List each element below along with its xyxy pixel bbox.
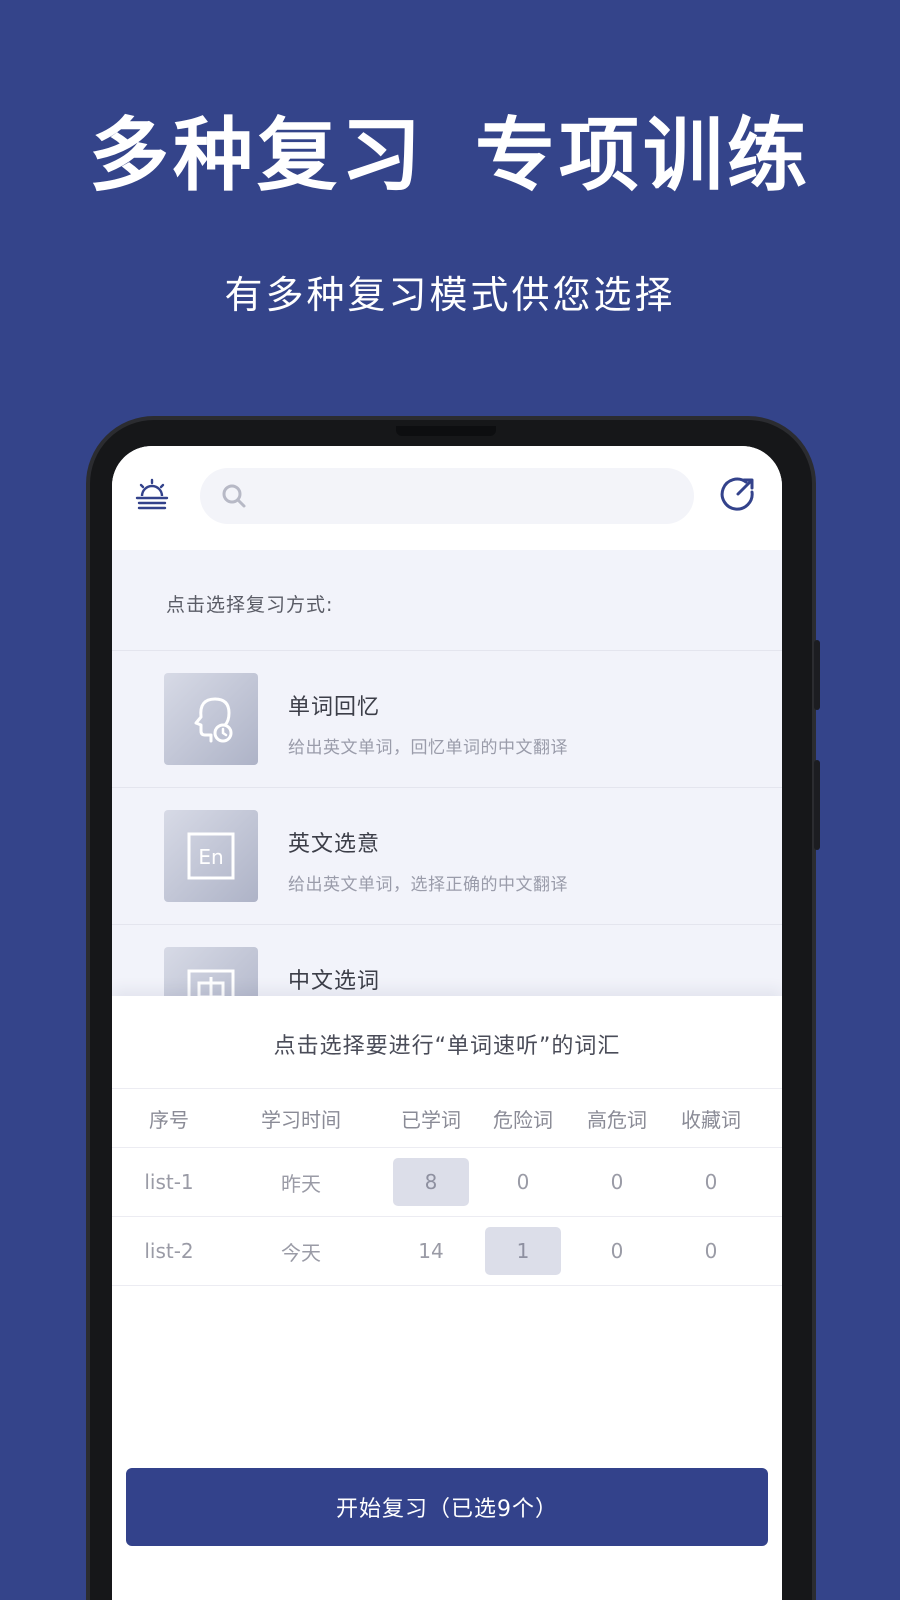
sunrise-icon[interactable] xyxy=(134,476,170,512)
selected-chip: 8 xyxy=(393,1158,469,1206)
danger-cell[interactable]: 0 xyxy=(476,1148,570,1216)
row-id: list-2 xyxy=(144,1239,194,1263)
table-row: list-1 昨天 8 0 0 0 xyxy=(112,1148,782,1217)
search-icon xyxy=(222,484,246,508)
mode-name: 英文选意 xyxy=(288,832,381,857)
phone-speaker xyxy=(396,426,496,436)
headline: 多种复习 专项训练 xyxy=(0,108,900,204)
column-header: 已学词 xyxy=(401,1107,461,1132)
column-header: 危险词 xyxy=(493,1107,553,1132)
column-header: 学习时间 xyxy=(261,1107,341,1132)
column-header: 高危词 xyxy=(587,1107,647,1132)
favorite-cell[interactable]: 0 xyxy=(664,1148,758,1216)
search-input[interactable] xyxy=(260,476,680,516)
learned-cell[interactable]: 14 xyxy=(376,1217,486,1285)
search-bar[interactable] xyxy=(200,468,694,524)
head-clock-icon xyxy=(194,697,233,743)
favorite-cell[interactable]: 0 xyxy=(664,1217,758,1285)
selected-chip: 1 xyxy=(485,1227,561,1275)
mode-word-recall[interactable]: 单词回忆 给出英文单词，回忆单词的中文翻译 xyxy=(112,650,782,787)
top-bar xyxy=(112,446,782,550)
column-header: 序号 xyxy=(149,1107,189,1132)
high-danger-cell[interactable]: 0 xyxy=(570,1148,664,1216)
mode-name: 中文选词 xyxy=(288,969,381,994)
mode-icon-tile: En xyxy=(164,810,258,902)
mode-description: 给出英文单词，回忆单词的中文翻译 xyxy=(288,738,568,758)
table-header: 序号 学习时间 已学词 危险词 高危词 收藏词 xyxy=(112,1088,782,1148)
table-row: list-2 今天 14 1 0 0 xyxy=(112,1217,782,1286)
subheadline: 有多种复习模式供您选择 xyxy=(224,273,676,317)
start-review-button[interactable]: 开始复习（已选9个） xyxy=(126,1468,768,1546)
share-icon[interactable] xyxy=(718,474,758,514)
volume-button xyxy=(814,640,820,710)
mode-description: 给出英文单词，选择正确的中文翻译 xyxy=(288,875,568,895)
headline-left: 多种复习 xyxy=(89,109,425,202)
high-danger-cell[interactable]: 0 xyxy=(570,1217,664,1285)
row-time: 今天 xyxy=(281,1240,321,1265)
mode-name: 单词回忆 xyxy=(288,695,381,720)
review-mode-panel: 点击选择复习方式: 单词回忆 给出英文单词，回忆单词的中文翻译 En 英文选意 … xyxy=(112,550,782,1039)
row-id: list-1 xyxy=(144,1170,194,1194)
mode-english-choice[interactable]: En 英文选意 给出英文单词，选择正确的中文翻译 xyxy=(112,787,782,924)
review-mode-title: 点击选择复习方式: xyxy=(166,594,334,616)
sheet-title: 点击选择要进行“单词速听”的词汇 xyxy=(273,1034,621,1059)
svg-text:En: En xyxy=(198,845,223,869)
headline-right: 专项训练 xyxy=(475,109,811,202)
danger-cell[interactable]: 1 xyxy=(484,1217,562,1285)
learned-cell[interactable]: 8 xyxy=(392,1148,470,1216)
column-header: 收藏词 xyxy=(681,1107,741,1132)
power-button xyxy=(814,760,820,850)
en-icon: En xyxy=(187,832,235,880)
phone-screen: 点击选择复习方式: 单词回忆 给出英文单词，回忆单词的中文翻译 En 英文选意 … xyxy=(112,446,782,1600)
mode-icon-tile xyxy=(164,673,258,765)
row-time: 昨天 xyxy=(281,1171,321,1196)
